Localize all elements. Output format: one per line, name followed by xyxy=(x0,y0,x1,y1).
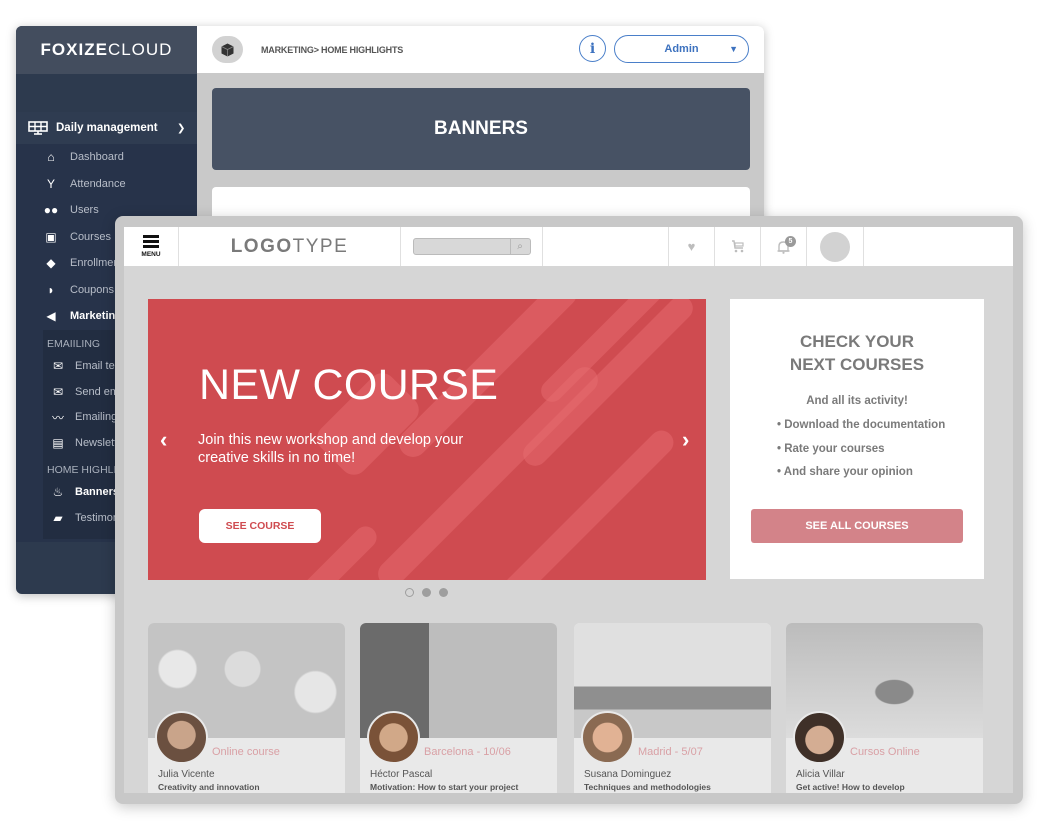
chevron-down-icon[interactable]: ❯ xyxy=(177,123,185,134)
avatar xyxy=(820,231,850,262)
sidebar-item-dashboard[interactable]: ⌂ Dashboard xyxy=(16,144,197,171)
instructor-name: Alicia Villar xyxy=(796,769,845,780)
search-icon[interactable]: ⌕ xyxy=(509,239,530,254)
instructor-avatar xyxy=(155,711,208,764)
notifications-button[interactable]: 5 xyxy=(761,227,807,266)
course-card[interactable]: Cursos Online Alicia Villar Get active! … xyxy=(786,623,983,793)
users-icon: ●● xyxy=(43,203,59,218)
site-logo[interactable]: LOGO TYPE xyxy=(179,227,401,266)
sidebar-item-attendance[interactable]: Y Attendance xyxy=(16,171,197,198)
promo-title-line: CHECK YOUR xyxy=(800,332,914,351)
promo-panel: CHECK YOUR NEXT COURSES And all its acti… xyxy=(730,299,984,579)
favorites-button[interactable]: ♥ xyxy=(669,227,715,266)
promo-subtitle: And all its activity! xyxy=(806,395,908,407)
person-raised-icon: Y xyxy=(46,176,55,191)
newspaper-icon: ▤ xyxy=(52,435,64,450)
cube-icon xyxy=(221,43,234,56)
see-all-courses-button[interactable]: SEE ALL COURSES xyxy=(751,509,963,543)
comment-icon: ▰ xyxy=(53,510,63,525)
line-chart-icon: 〰 xyxy=(51,410,64,425)
site-preview-window: MENU LOGO TYPE ⌕ ♥ 5 NEW COURSE Join thi… xyxy=(115,216,1023,804)
carousel-dot[interactable] xyxy=(405,588,414,597)
sidebar-group-label: Daily management xyxy=(56,122,158,134)
course-tag: Barcelona - 10/06 xyxy=(424,746,511,758)
fire-icon: ♨ xyxy=(52,485,64,500)
brand-bold: FOXIZE xyxy=(40,40,108,59)
promo-feature: • And share your opinion xyxy=(777,466,913,478)
sidebar-item-label: Dashboard xyxy=(70,151,124,164)
logo-light: TYPE xyxy=(292,235,349,257)
cart-icon xyxy=(731,240,744,253)
search-input[interactable]: ⌕ xyxy=(412,238,531,255)
instructor-name: Julia Vicente xyxy=(158,769,215,780)
promo-feature-list: • Download the documentation • Rate your… xyxy=(730,419,984,490)
brand-light: CLOUD xyxy=(107,40,173,59)
promo-title: CHECK YOUR NEXT COURSES xyxy=(730,330,984,376)
hamburger-icon xyxy=(143,235,159,250)
instructor-avatar xyxy=(793,711,846,764)
course-title: Techniques and methodologies xyxy=(584,782,711,792)
course-tag: Madrid - 5/07 xyxy=(638,746,703,758)
menu-button[interactable]: MENU xyxy=(124,227,179,266)
user-menu-label: Admin xyxy=(664,43,699,55)
sidebar-item-label: Attendance xyxy=(70,177,126,190)
instructor-avatar xyxy=(581,711,634,764)
brand-logo[interactable]: FOXIZE CLOUD xyxy=(16,26,197,74)
hero-title: NEW COURSE xyxy=(199,361,499,409)
carousel-dot[interactable] xyxy=(439,588,448,597)
envelope-icon: ✉ xyxy=(52,359,64,374)
user-menu-button[interactable]: Admin ▼ xyxy=(614,35,749,63)
site-header: MENU LOGO TYPE ⌕ ♥ 5 xyxy=(124,227,1013,266)
course-card[interactable]: Madrid - 5/07 Susana Dominguez Technique… xyxy=(574,623,771,793)
course-card[interactable]: Barcelona - 10/06 Héctor Pascal Motivati… xyxy=(360,623,557,793)
sidebar-item-label: Coupons xyxy=(70,283,115,296)
admin-topbar: MARKETING> HOME HIGHLIGHTS i Admin ▼ xyxy=(197,26,764,73)
instructor-avatar xyxy=(367,711,420,764)
carousel-next-icon[interactable]: › xyxy=(682,427,689,453)
sidebar-item-label: Banners xyxy=(75,486,120,499)
module-button[interactable] xyxy=(212,36,243,63)
solar-panel-icon xyxy=(28,121,48,135)
course-tag: Online course xyxy=(212,746,280,758)
promo-feature: • Rate your courses xyxy=(777,442,885,455)
logo-bold: LOGO xyxy=(230,235,293,257)
notification-badge: 5 xyxy=(785,236,796,247)
breadcrumb: MARKETING> HOME HIGHLIGHTS xyxy=(261,44,404,55)
carousel-indicators xyxy=(405,588,448,597)
menu-label: MENU xyxy=(141,251,161,258)
see-course-button[interactable]: SEE COURSE xyxy=(199,509,321,543)
hero-subtitle: Join this new workshop and develop your … xyxy=(198,432,464,466)
course-card[interactable]: Online course Julia Vicente Creativity a… xyxy=(148,623,345,793)
course-title: Creativity and innovation xyxy=(158,782,260,792)
cart-button[interactable] xyxy=(715,227,761,266)
promo-title-line: NEXT COURSES xyxy=(789,355,925,374)
header-spacer xyxy=(543,227,669,266)
chevron-down-icon: ▼ xyxy=(729,44,738,54)
page-title: BANNERS xyxy=(212,88,750,170)
instructor-name: Susana Dominguez xyxy=(584,769,672,780)
course-tag: Cursos Online xyxy=(850,746,920,758)
site-viewport: MENU LOGO TYPE ⌕ ♥ 5 NEW COURSE Join thi… xyxy=(124,227,1013,793)
promo-feature: • Download the documentation xyxy=(777,419,946,431)
carousel-prev-icon[interactable]: ‹ xyxy=(160,427,167,453)
info-icon: i xyxy=(589,40,596,57)
instructor-name: Héctor Pascal xyxy=(370,769,433,780)
envelope-open-icon: ✉ xyxy=(52,384,64,399)
sidebar-group-daily-management[interactable]: Daily management ❯ xyxy=(16,112,197,144)
megaphone-icon: ◀ xyxy=(46,309,56,324)
info-button[interactable]: i xyxy=(579,35,606,62)
search-cell: ⌕ xyxy=(401,227,543,266)
sidebar-item-label: Users xyxy=(70,204,99,217)
heart-icon: ♥ xyxy=(687,239,696,254)
hero-banner: NEW COURSE Join this new workshop and de… xyxy=(148,299,706,580)
graduation-cap-icon: ◆ xyxy=(46,256,56,271)
tag-icon: ◗ xyxy=(47,282,55,297)
sidebar-item-label: Courses xyxy=(70,230,111,243)
course-title: Get active! How to develop xyxy=(796,782,905,792)
home-icon: ⌂ xyxy=(47,150,55,165)
profile-button[interactable] xyxy=(807,227,864,266)
carousel-dot[interactable] xyxy=(422,588,431,597)
course-title: Motivation: How to start your project xyxy=(370,782,519,792)
reader-icon: ▣ xyxy=(45,229,57,244)
